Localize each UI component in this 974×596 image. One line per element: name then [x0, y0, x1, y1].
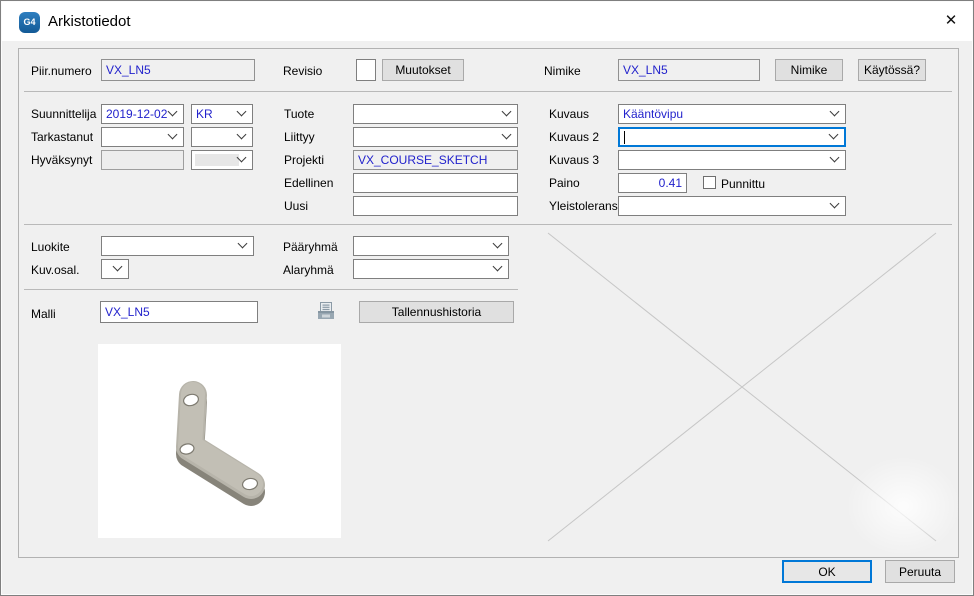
chevron-down-icon	[493, 239, 503, 249]
faint-watermark	[846, 456, 961, 556]
paaryhma-label: Pääryhmä	[283, 240, 338, 254]
alaryhma-combo[interactable]	[353, 259, 509, 279]
revisio-field[interactable]	[356, 59, 376, 81]
chevron-down-icon	[168, 107, 178, 117]
chevron-down-icon	[113, 262, 123, 272]
chevron-down-icon	[830, 107, 840, 117]
window-title: Arkistotiedot	[48, 13, 131, 30]
paino-field[interactable]: 0.41	[618, 173, 687, 193]
printer-icon[interactable]	[315, 301, 337, 323]
separator-2	[24, 224, 952, 225]
tarkastanut-date-combo[interactable]	[101, 127, 184, 147]
tarkastanut-initials-combo[interactable]	[191, 127, 253, 147]
separator-3	[24, 289, 518, 290]
uusi-field[interactable]	[353, 196, 518, 216]
kuvaus-label: Kuvaus	[549, 107, 589, 121]
tuote-label: Tuote	[284, 107, 314, 121]
suunnittelija-initials-combo[interactable]: KR	[191, 104, 253, 124]
chevron-down-icon	[502, 130, 512, 140]
kuvaus-combo[interactable]: Kääntövipu	[618, 104, 846, 124]
paaryhma-combo[interactable]	[353, 236, 509, 256]
luokite-combo[interactable]	[101, 236, 254, 256]
liittyy-label: Liittyy	[284, 130, 315, 144]
disabled-area	[195, 154, 239, 166]
yleistoleranssi-combo[interactable]	[618, 196, 846, 216]
arkistotiedot-dialog: G4 Arkistotiedot ✕ Piir.numero VX_LN5 Re…	[0, 0, 974, 596]
kaytossa-button[interactable]: Käytössä?	[858, 59, 926, 81]
model-preview-image	[98, 344, 341, 538]
punnittu-label: Punnittu	[721, 177, 765, 191]
chevron-down-icon	[830, 199, 840, 209]
piir-numero-field[interactable]: VX_LN5	[101, 59, 255, 81]
hyvaksynyt-label: Hyväksynyt	[31, 153, 92, 167]
kuvaus3-combo[interactable]	[618, 150, 846, 170]
malli-field[interactable]: VX_LN5	[100, 301, 258, 323]
chevron-down-icon	[502, 107, 512, 117]
chevron-down-icon	[168, 130, 178, 140]
kuv-osal-label: Kuv.osal.	[31, 263, 79, 277]
muutokset-button[interactable]: Muutokset	[382, 59, 464, 81]
title-bar: G4 Arkistotiedot ✕	[2, 2, 972, 41]
malli-label: Malli	[31, 307, 56, 321]
luokite-label: Luokite	[31, 240, 70, 254]
nimike-field[interactable]: VX_LN5	[618, 59, 760, 81]
piir-numero-label: Piir.numero	[31, 64, 92, 78]
kuv-osal-combo[interactable]	[101, 259, 129, 279]
liittyy-combo[interactable]	[353, 127, 518, 147]
uusi-label: Uusi	[284, 199, 308, 213]
edellinen-field[interactable]	[353, 173, 518, 193]
paino-label: Paino	[549, 176, 580, 190]
hyvaksynyt-initials-combo[interactable]	[191, 150, 253, 170]
chevron-down-icon	[493, 262, 503, 272]
ok-button[interactable]: OK	[782, 560, 872, 583]
tuote-combo[interactable]	[353, 104, 518, 124]
punnittu-checkbox[interactable]	[703, 176, 716, 189]
tallennushistoria-button[interactable]: Tallennushistoria	[359, 301, 514, 323]
nimike-label: Nimike	[544, 64, 581, 78]
yleistoleranssi-label: Yleistoleranssi	[549, 199, 626, 213]
nimike-button[interactable]: Nimike	[775, 59, 843, 81]
revisio-label: Revisio	[283, 64, 322, 78]
alaryhma-label: Alaryhmä	[283, 263, 334, 277]
chevron-down-icon	[830, 153, 840, 163]
chevron-down-icon	[237, 130, 247, 140]
kuvaus2-combo[interactable]	[618, 127, 846, 147]
separator-1	[24, 91, 952, 92]
peruuta-button[interactable]: Peruuta	[885, 560, 955, 583]
g4-app-icon: G4	[19, 12, 40, 33]
kuvaus3-label: Kuvaus 3	[549, 153, 599, 167]
close-icon[interactable]: ✕	[936, 8, 966, 34]
bracket-part-drawing	[98, 344, 341, 538]
kuvaus2-label: Kuvaus 2	[549, 130, 599, 144]
edellinen-label: Edellinen	[284, 176, 333, 190]
suunnittelija-label: Suunnittelija	[31, 107, 96, 121]
projekti-field[interactable]: VX_COURSE_SKETCH	[353, 150, 518, 170]
chevron-down-icon	[237, 107, 247, 117]
tarkastanut-label: Tarkastanut	[31, 130, 93, 144]
hyvaksynyt-date-field	[101, 150, 184, 170]
chevron-down-icon	[238, 239, 248, 249]
chevron-down-icon	[829, 130, 839, 140]
text-caret	[624, 131, 625, 144]
projekti-label: Projekti	[284, 153, 324, 167]
suunnittelija-date-combo[interactable]: 2019-12-02	[101, 104, 184, 124]
